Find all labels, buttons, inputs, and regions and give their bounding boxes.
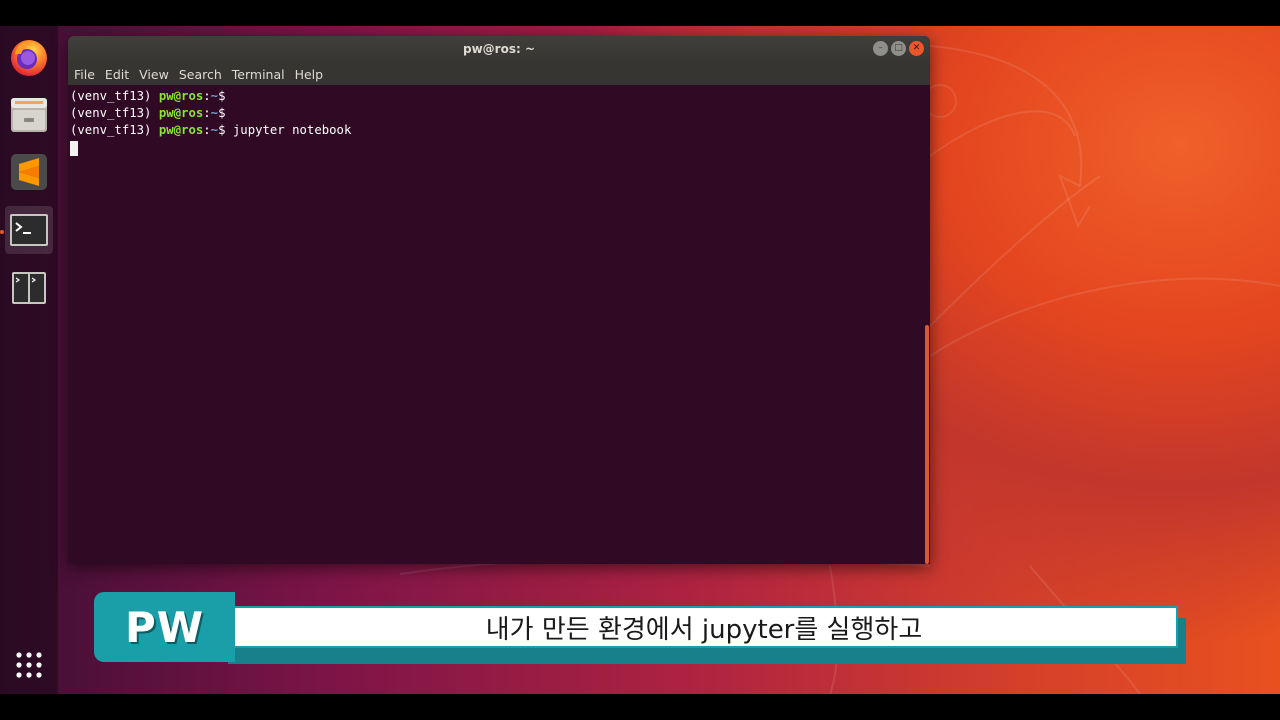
close-button[interactable]: ✕ (909, 41, 924, 56)
menu-terminal[interactable]: Terminal (232, 67, 285, 82)
files-icon (11, 98, 47, 132)
caption-bar: 내가 만든 환경에서 jupyter를 실행하고 (230, 606, 1178, 648)
menubar: File Edit View Search Terminal Help (68, 63, 930, 85)
caption-text: 내가 만든 환경에서 jupyter를 실행하고 (485, 614, 923, 645)
command-text: jupyter notebook (225, 123, 352, 137)
prompt-path: ~ (210, 106, 219, 120)
menu-file[interactable]: File (74, 67, 95, 82)
terminal-line: (venv_tf13) pw@ros:~$ (70, 88, 924, 105)
terminal-window[interactable]: pw@ros: ~ – □ ✕ File Edit View Search Te… (68, 36, 930, 564)
prompt-separator: : (203, 106, 211, 120)
scrollbar-thumb[interactable] (925, 325, 929, 564)
prompt-symbol: $ (218, 89, 226, 103)
venv-label: (venv_tf13) (70, 106, 159, 120)
close-icon: ✕ (912, 43, 921, 53)
minimize-icon: – (878, 43, 883, 53)
venv-label: (venv_tf13) (70, 123, 159, 137)
sublime-text-icon (11, 154, 47, 190)
maximize-button[interactable]: □ (891, 41, 906, 56)
dock-item-terminal[interactable] (5, 206, 53, 254)
terminal-line: (venv_tf13) pw@ros:~$ (70, 105, 924, 122)
caption-tag: PW (94, 592, 235, 662)
maximize-icon: □ (894, 43, 903, 53)
terminal-line: (venv_tf13) pw@ros:~$ jupyter notebook (70, 122, 924, 139)
active-app-indicator (0, 230, 4, 234)
dock (0, 26, 58, 694)
desktop: pw@ros: ~ – □ ✕ File Edit View Search Te… (0, 26, 1280, 694)
prompt-user: pw@ros (158, 89, 204, 103)
prompt-separator: : (203, 89, 211, 103)
text-cursor (70, 141, 78, 156)
menu-edit[interactable]: Edit (105, 67, 129, 82)
prompt-user: pw@ros (158, 123, 204, 137)
caption-tag-text: PW (124, 602, 205, 652)
menu-view[interactable]: View (139, 67, 169, 82)
terminal-scrollbar[interactable] (924, 85, 930, 564)
show-applications-icon (16, 652, 42, 678)
prompt-path: ~ (210, 123, 219, 137)
terminal-line (70, 139, 924, 156)
dock-item-sublime-text[interactable] (5, 148, 53, 196)
minimize-button[interactable]: – (873, 41, 888, 56)
prompt-user: pw@ros (158, 106, 204, 120)
terminal-output[interactable]: (venv_tf13) pw@ros:~$ (venv_tf13) pw@ros… (68, 85, 924, 564)
menu-search[interactable]: Search (179, 67, 222, 82)
terminal-icon (10, 214, 48, 246)
menu-help[interactable]: Help (295, 67, 324, 82)
show-applications-button[interactable] (5, 641, 53, 689)
dock-item-files[interactable] (5, 90, 53, 138)
firefox-icon (11, 40, 47, 76)
venv-label: (venv_tf13) (70, 89, 159, 103)
window-titlebar[interactable]: pw@ros: ~ – □ ✕ (68, 36, 930, 63)
terminal-split-icon (12, 272, 46, 304)
prompt-separator: : (203, 123, 211, 137)
prompt-symbol: $ (218, 106, 226, 120)
dock-item-firefox[interactable] (5, 32, 53, 80)
dock-item-terminal-split[interactable] (5, 264, 53, 312)
window-title: pw@ros: ~ (462, 42, 535, 56)
prompt-path: ~ (210, 89, 219, 103)
